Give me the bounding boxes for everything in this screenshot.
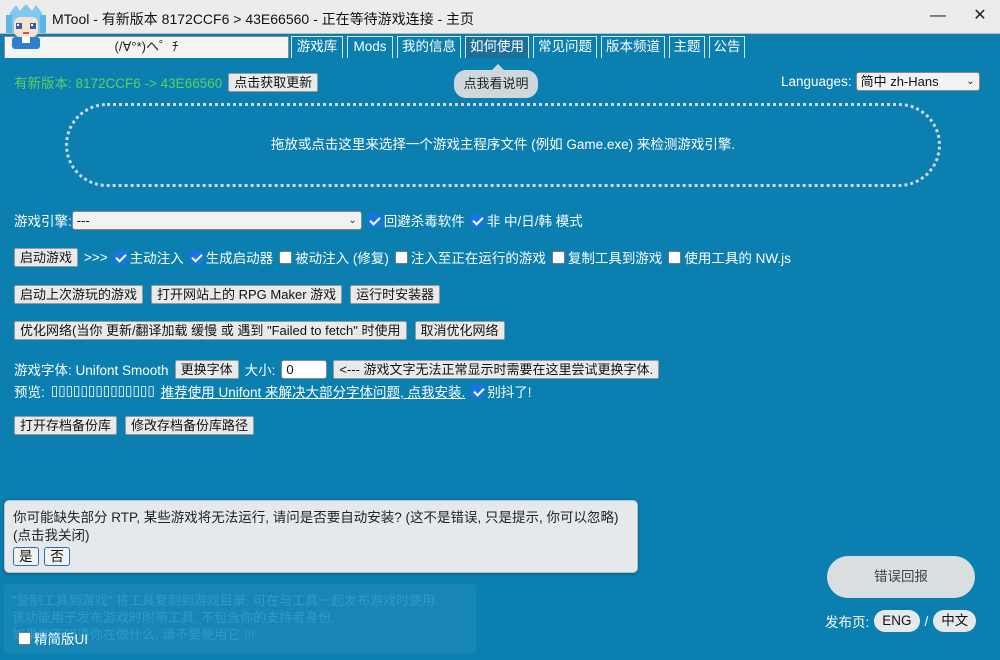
active-inject-label: 主动注入 xyxy=(129,251,184,266)
inject-running-game-checkbox[interactable]: 注入至正在运行的游戏 xyxy=(394,247,546,267)
arrows-text: >>> xyxy=(84,249,108,265)
quick-actions-row: 启动上次游玩的游戏 打开网站上的 RPG Maker 游戏 运行时安装器 xyxy=(14,285,441,304)
engine-row: 游戏引擎: --- ⌄ 回避杀毒软件 非 中/日/韩 模式 xyxy=(14,210,583,230)
tab-version-channel[interactable]: 版本频道 xyxy=(601,36,665,58)
chevron-down-icon: ⌄ xyxy=(966,76,975,87)
release-page-row: 发布页: ENG / 中文 xyxy=(825,610,977,632)
stop-shaking-checkbox[interactable]: 别抖了! xyxy=(471,381,532,401)
checkbox-box xyxy=(189,250,203,264)
use-tool-nwjs-label: 使用工具的 NW.js xyxy=(684,251,791,266)
runtime-installer-button[interactable]: 运行时安装器 xyxy=(350,285,441,304)
avoid-antivirus-checkbox[interactable]: 回避杀毒软件 xyxy=(367,210,465,230)
game-file-dropzone[interactable]: 拖放或点击这里来选择一个游戏主程序文件 (例如 Game.exe) 来检测游戏引… xyxy=(65,103,941,187)
tab-announcement[interactable]: 公告 xyxy=(709,36,745,58)
passive-inject-label: 被动注入 (修复) xyxy=(295,251,389,266)
rtp-notice-close-hint: (点击我关闭) xyxy=(13,528,90,543)
rtp-notice-text: 你可能缺失部分 RTP, 某些游戏将无法运行, 请问是否要自动安装? (这不是错… xyxy=(13,510,619,525)
optimize-network-button[interactable]: 优化网络(当你 更新/翻译加载 缓慢 或 遇到 "Failed to fetch… xyxy=(14,321,407,340)
checkbox-box xyxy=(471,384,485,398)
language-label: Languages: xyxy=(781,74,852,89)
help-tooltip[interactable]: 点我看说明 xyxy=(454,64,538,98)
info-line-2: 该功能用于发布游戏时附带工具, 不包含你的支持者身份. xyxy=(12,610,335,625)
stop-shaking-label: 别抖了! xyxy=(487,385,532,400)
tab-faq[interactable]: 常见问题 xyxy=(533,36,597,58)
tab-home[interactable]: (/∀°*)ヘ゜ﾁ xyxy=(4,36,289,58)
cancel-optimize-network-button[interactable]: 取消优化网络 xyxy=(414,321,505,340)
info-line-1: "复制工具到游戏" 将工具复制到游戏目录, 可在与工具一起发布游戏时使用. xyxy=(12,593,439,608)
yes-button[interactable]: 是 xyxy=(13,547,39,566)
release-page-label: 发布页: xyxy=(825,615,870,630)
engine-select[interactable]: --- ⌄ xyxy=(71,210,362,230)
font-preview-boxes: ▯▯▯▯▯▯▯▯▯▯▯▯▯▯ xyxy=(50,383,155,399)
font-size-value: 0 xyxy=(286,361,294,377)
network-row: 优化网络(当你 更新/翻译加载 缓慢 或 遇到 "Failed to fetch… xyxy=(14,321,505,340)
release-zh-button[interactable]: 中文 xyxy=(933,610,977,632)
font-preview-row: 预览: ▯▯▯▯▯▯▯▯▯▯▯▯▯▯ 推荐使用 Unifont 来解决大部分字体… xyxy=(14,381,532,401)
generate-launcher-checkbox[interactable]: 生成启动器 xyxy=(189,247,274,267)
use-tool-nwjs-checkbox[interactable]: 使用工具的 NW.js xyxy=(668,247,791,267)
launch-row: 启动游戏 >>> 主动注入 生成启动器 被动注入 (修复) 注入至正在运行的游戏… xyxy=(14,247,791,267)
open-rpg-maker-web-button[interactable]: 打开网站上的 RPG Maker 游戏 xyxy=(151,285,343,304)
engine-label: 游戏引擎: xyxy=(14,214,72,229)
engine-value: --- xyxy=(76,212,90,228)
chevron-down-icon: ⌄ xyxy=(348,214,357,226)
avoid-antivirus-label: 回避杀毒软件 xyxy=(383,214,465,229)
title-bar: MTool - 有新版本 8172CCF6 > 43E66560 - 正在等待游… xyxy=(0,0,1000,34)
no-button[interactable]: 否 xyxy=(44,547,70,566)
change-backup-path-button[interactable]: 修改存档备份库路径 xyxy=(125,416,255,435)
get-update-button[interactable]: 点击获取更新 xyxy=(228,72,319,92)
checkbox-box xyxy=(394,250,408,264)
checkbox-box xyxy=(113,250,127,264)
non-cjk-mode-label: 非 中/日/韩 模式 xyxy=(486,214,583,229)
launch-game-button[interactable]: 启动游戏 xyxy=(14,247,79,267)
language-row: Languages: 简中 zh-Hans ⌄ xyxy=(781,72,980,91)
backup-row: 打开存档备份库 修改存档备份库路径 xyxy=(14,416,255,435)
window-title: MTool - 有新版本 8172CCF6 > 43E66560 - 正在等待游… xyxy=(52,11,475,27)
generate-launcher-label: 生成启动器 xyxy=(205,251,274,266)
font-size-input[interactable]: 0 xyxy=(281,359,328,379)
checkbox-box xyxy=(279,250,293,264)
font-size-label: 大小: xyxy=(244,363,276,378)
inject-running-game-label: 注入至正在运行的游戏 xyxy=(410,251,546,266)
checkbox-box xyxy=(668,250,682,264)
compact-ui-checkbox[interactable]: 精简版UI xyxy=(18,628,88,648)
checkbox-box xyxy=(18,631,31,645)
rtp-notice[interactable]: 你可能缺失部分 RTP, 某些游戏将无法运行, 请问是否要自动安装? (这不是错… xyxy=(4,500,638,573)
update-available-text: 有新版本: 8172CCF6 -> 43E66560 xyxy=(14,76,223,91)
minimize-button[interactable]: — xyxy=(924,4,952,28)
checkbox-box xyxy=(551,250,565,264)
close-button[interactable]: ✕ xyxy=(966,4,994,28)
tab-theme[interactable]: 主题 xyxy=(669,36,705,58)
error-report-button[interactable]: 错误回报 xyxy=(827,556,975,598)
tab-mods[interactable]: Mods xyxy=(347,36,393,58)
non-cjk-mode-checkbox[interactable]: 非 中/日/韩 模式 xyxy=(470,210,583,230)
preview-label: 预览: xyxy=(14,385,45,400)
tab-how-to-use[interactable]: 如何使用 xyxy=(465,36,529,58)
language-select[interactable]: 简中 zh-Hans ⌄ xyxy=(855,72,980,91)
font-row: 游戏字体: Unifont Smooth 更换字体 大小: 0 <--- 游戏文… xyxy=(14,359,660,379)
install-unifont-link[interactable]: 推荐使用 Unifont 来解决大部分字体问题, 点我安装. xyxy=(161,381,466,401)
passive-inject-checkbox[interactable]: 被动注入 (修复) xyxy=(279,247,389,267)
checkbox-box xyxy=(470,213,484,227)
font-hint-text: <--- 游戏文字无法正常显示时需要在这里尝试更换字体. xyxy=(333,359,660,379)
open-save-backup-button[interactable]: 打开存档备份库 xyxy=(14,416,118,435)
tab-bar: (/∀°*)ヘ゜ﾁ 游戏库 Mods 我的信息 如何使用 常见问题 版本频道 主… xyxy=(0,34,1000,58)
copy-tool-to-game-label: 复制工具到游戏 xyxy=(567,251,663,266)
game-font-label: 游戏字体: Unifont Smooth xyxy=(14,363,169,378)
release-separator: / xyxy=(924,613,929,629)
app-logo-icon xyxy=(6,4,46,49)
active-inject-checkbox[interactable]: 主动注入 xyxy=(113,247,184,267)
copy-tool-to-game-checkbox[interactable]: 复制工具到游戏 xyxy=(551,247,663,267)
update-row: 有新版本: 8172CCF6 -> 43E66560 点击获取更新 xyxy=(14,72,319,92)
language-value: 简中 zh-Hans xyxy=(860,74,939,89)
compact-ui-label: 精简版UI xyxy=(34,632,88,647)
checkbox-box xyxy=(367,213,381,227)
tab-game-library[interactable]: 游戏库 xyxy=(291,36,343,58)
change-font-button[interactable]: 更换字体 xyxy=(174,359,239,379)
launch-last-game-button[interactable]: 启动上次游玩的游戏 xyxy=(14,285,144,304)
release-eng-button[interactable]: ENG xyxy=(874,610,920,632)
tab-my-info[interactable]: 我的信息 xyxy=(397,36,461,58)
